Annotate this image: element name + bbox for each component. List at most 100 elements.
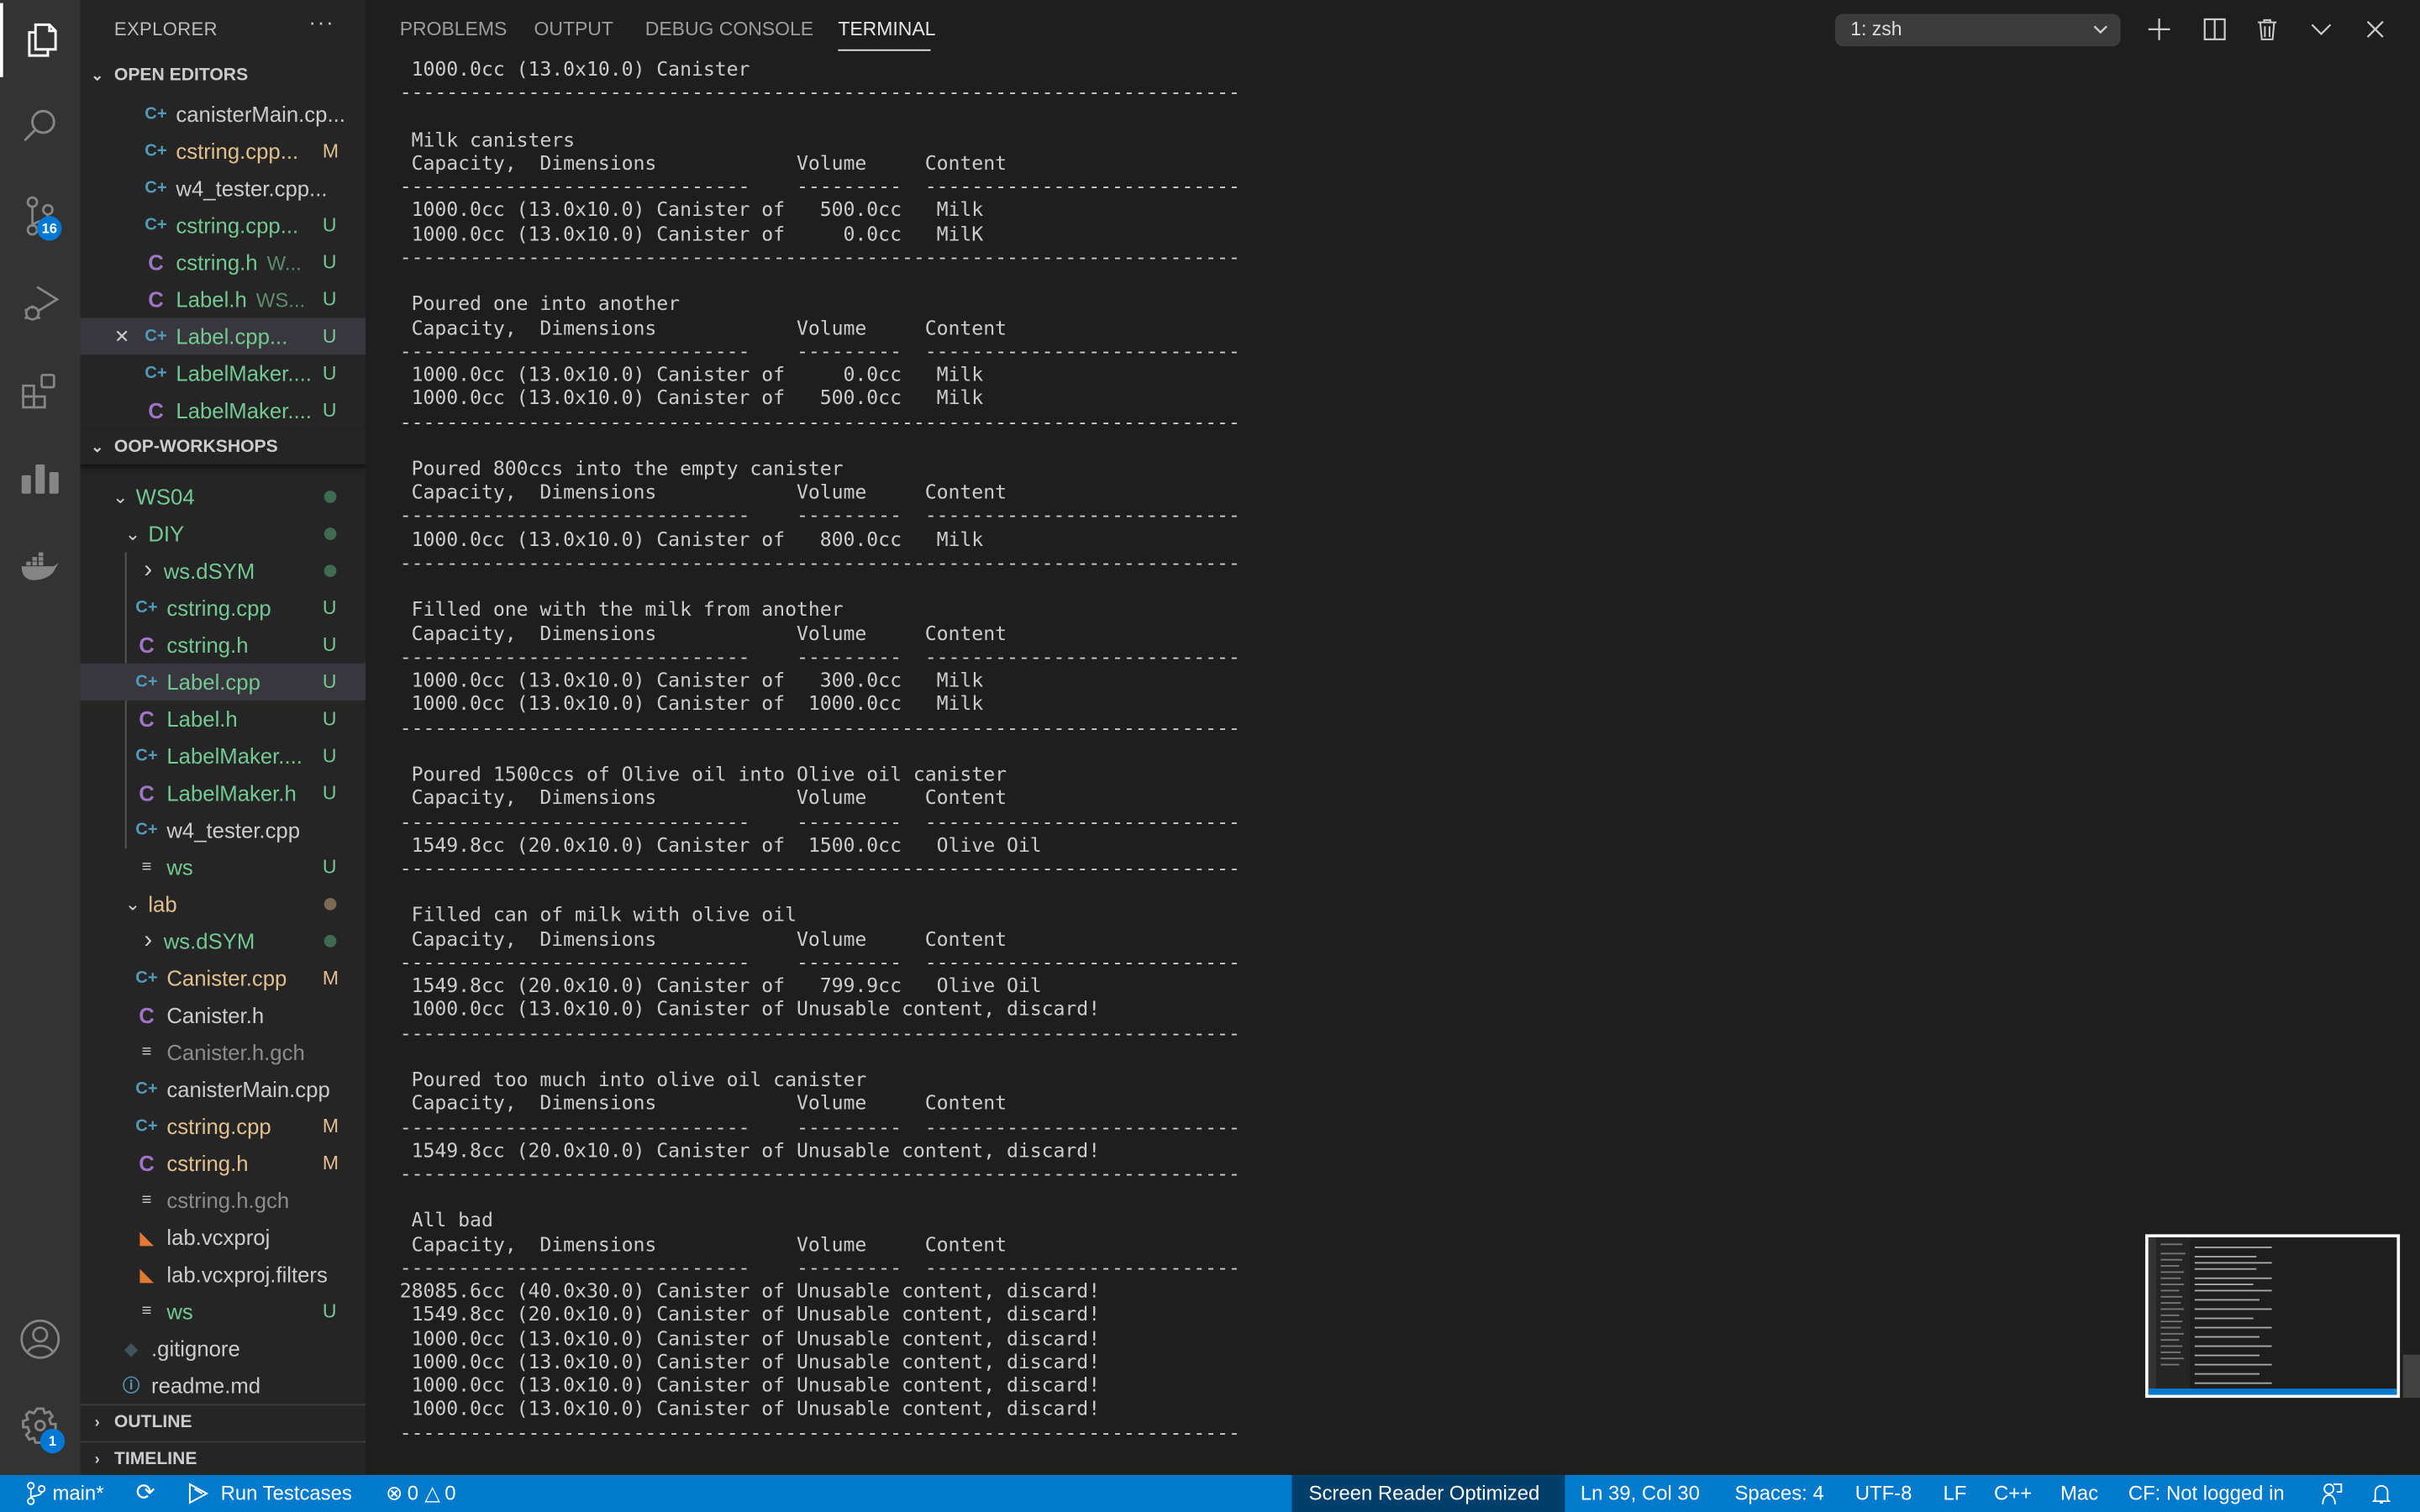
tree-item[interactable]: C+ Label.cpp U	[80, 663, 366, 701]
tree-item[interactable]: C+ cstring.cpp U	[81, 590, 366, 627]
open-editors-header[interactable]: ⌄ OPEN EDITORS	[81, 59, 366, 92]
screen-reader-mode[interactable]: Screen Reader Optimized	[1309, 1475, 1540, 1512]
split-terminal-button[interactable]	[2198, 13, 2232, 46]
activity-source-control[interactable]: 16	[0, 179, 81, 253]
tree-item[interactable]: Ccstring.h U	[81, 627, 366, 664]
indentation[interactable]: Spaces: 4	[1734, 1475, 1823, 1512]
new-terminal-button[interactable]	[2142, 13, 2175, 46]
terminal-line: Capacity, Dimensions Volume Content	[399, 150, 1007, 175]
more-actions-button[interactable]: ···	[308, 9, 334, 34]
notifications-button[interactable]	[2372, 1475, 2391, 1512]
git-status-badge: U	[322, 596, 337, 619]
tree-item[interactable]: › ws.dSYM	[81, 553, 366, 590]
file-name: ws.dSYM	[163, 928, 255, 954]
tree-item[interactable]: ⌄ DIY	[81, 515, 366, 552]
explorer-sidebar: EXPLORER ··· ⌄ OPEN EDITORS C+ canisterMa…	[80, 0, 366, 1475]
branch-indicator[interactable]: main*	[24, 1475, 104, 1512]
problems-indicator[interactable]: ⊗ 0 △ 0	[386, 1475, 455, 1512]
tree-item[interactable]: C+ cstring.cpp M	[81, 1108, 366, 1145]
tab-output[interactable]: OUTPUT	[534, 18, 613, 40]
tree-item[interactable]: C+ w4_tester.cpp	[81, 811, 366, 848]
activity-explorer[interactable]	[0, 3, 81, 77]
timeline-header[interactable]: › TIMELINE	[80, 1441, 366, 1475]
file-name: cstring.cpp	[166, 1114, 271, 1139]
file-name: cstring.h	[166, 633, 249, 658]
tree-item[interactable]: ⌄ lab	[81, 885, 366, 922]
file-name: Canister.cpp	[166, 965, 287, 991]
tree-item[interactable]: › ws.dSYM	[81, 922, 366, 959]
tree-item[interactable]: C+ LabelMaker.... U	[81, 738, 366, 774]
open-editor-item[interactable]: ✕ C+ Label.cpp... U	[80, 318, 366, 355]
open-editor-item[interactable]: C LabelMaker.... U	[81, 392, 366, 429]
section-label: TIMELINE	[113, 1450, 197, 1469]
tree-item[interactable]: ◣ lab.vcxproj.filters	[81, 1256, 366, 1293]
tree-item[interactable]: ⌄ WS04	[81, 478, 366, 515]
activity-search[interactable]	[0, 90, 81, 164]
kill-terminal-button[interactable]	[2250, 13, 2284, 46]
activity-docker[interactable]	[0, 528, 81, 601]
open-editor-item[interactable]: C+ cstring.cpp... M	[81, 133, 366, 170]
open-editor-item[interactable]: C+ cstring.cpp... U	[81, 207, 366, 244]
tree-item[interactable]: ≡ ws U	[81, 848, 366, 885]
workspace-header[interactable]: ⌄ OOP-WORKSHOPS	[80, 430, 366, 465]
tree-item[interactable]: C Label.h U	[81, 701, 366, 738]
split-icon	[2203, 18, 2226, 40]
tab-debug-console[interactable]: DEBUG CONSOLE	[645, 18, 813, 40]
tree-item[interactable]: ⓘ readme.md	[81, 1367, 366, 1404]
tree-item[interactable]: C+ canisterMain.cpp	[81, 1071, 366, 1108]
c-header-icon: C	[139, 1002, 155, 1028]
open-editor-item[interactable]: C Label.h WS... U	[81, 281, 366, 318]
chevron-down-icon	[2093, 25, 2107, 34]
tab-problems[interactable]: PROBLEMS	[400, 18, 508, 40]
end-of-line[interactable]: LF	[1943, 1475, 1966, 1512]
file-name: w4_tester.cpp...	[176, 176, 328, 201]
feedback-button[interactable]	[2321, 1475, 2343, 1512]
tree-item[interactable]: ≡ cstring.h.gch	[81, 1182, 366, 1219]
activity-run-debug[interactable]	[0, 265, 81, 339]
open-editor-item[interactable]: C+ canisterMain.cp...	[81, 96, 366, 133]
activity-manage[interactable]: 1	[0, 1389, 81, 1462]
cursor-position[interactable]: Ln 39, Col 30	[1581, 1475, 1700, 1512]
tree-item[interactable]: C LabelMaker.h U	[81, 774, 366, 811]
platform[interactable]: Mac	[2060, 1475, 2098, 1512]
activity-analytics[interactable]	[0, 441, 81, 515]
tree-item[interactable]: ◣ lab.vcxproj	[81, 1219, 366, 1256]
open-editor-item[interactable]: Ccstring.h W... U	[81, 244, 366, 281]
tree-item[interactable]: Ccstring.h M	[81, 1145, 366, 1182]
encoding[interactable]: UTF-8	[1855, 1475, 1912, 1512]
terminal-output[interactable]: 1000.0cc (13.0x10.0) Canister -----------…	[400, 57, 1240, 1444]
open-editor-item[interactable]: C+ LabelMaker.... U	[81, 354, 366, 391]
maximize-panel-button[interactable]	[2304, 13, 2338, 46]
c-header-icon: C	[139, 633, 155, 658]
tree-item[interactable]: ≡ ws U	[81, 1293, 366, 1330]
sync-button[interactable]: ⟳	[136, 1475, 155, 1512]
chevron-down-icon: ⌄	[113, 486, 129, 508]
activity-extensions[interactable]	[0, 354, 81, 428]
cf-status[interactable]: CF: Not logged in	[2128, 1475, 2285, 1512]
git-status-badge: U	[322, 214, 337, 237]
terminal-line: ------------------------------ ---------…	[399, 174, 1240, 198]
tree-item[interactable]: C Canister.h	[81, 997, 366, 1034]
open-editor-item[interactable]: C+ w4_tester.cpp...	[81, 170, 366, 207]
file-name: Label.h	[176, 286, 247, 312]
cpp-file-icon: C+	[135, 672, 158, 691]
cpp-file-icon: C+	[135, 821, 158, 840]
terminal-line: ----------------------------------------…	[399, 856, 1240, 879]
file-name: readme.md	[151, 1373, 261, 1399]
tree-item[interactable]: ≡ Canister.h.gch	[81, 1034, 366, 1071]
run-testcases-button[interactable]: Run Testcases	[187, 1475, 352, 1512]
language-mode[interactable]: C++	[1994, 1475, 2032, 1512]
activity-accounts[interactable]	[0, 1302, 81, 1376]
close-panel-button[interactable]	[2359, 13, 2392, 46]
cpp-file-icon: C+	[145, 179, 167, 198]
close-icon[interactable]: ✕	[114, 326, 129, 348]
run-icon	[188, 1483, 209, 1504]
terminal-line: 1000.0cc (13.0x10.0) Canister of Unusabl…	[399, 1326, 1101, 1350]
tree-item[interactable]: C+ Canister.cpp M	[81, 959, 366, 996]
tab-terminal[interactable]: TERMINAL	[838, 18, 935, 40]
terminal-select[interactable]: 1: zsh	[1834, 13, 2121, 47]
tree-item[interactable]: ◆ .gitignore	[81, 1330, 366, 1367]
outline-header[interactable]: › OUTLINE	[80, 1404, 366, 1439]
terminal-select-value: 1: zsh	[1850, 18, 1902, 40]
terminal-scrollbar[interactable]	[2402, 1354, 2420, 1399]
